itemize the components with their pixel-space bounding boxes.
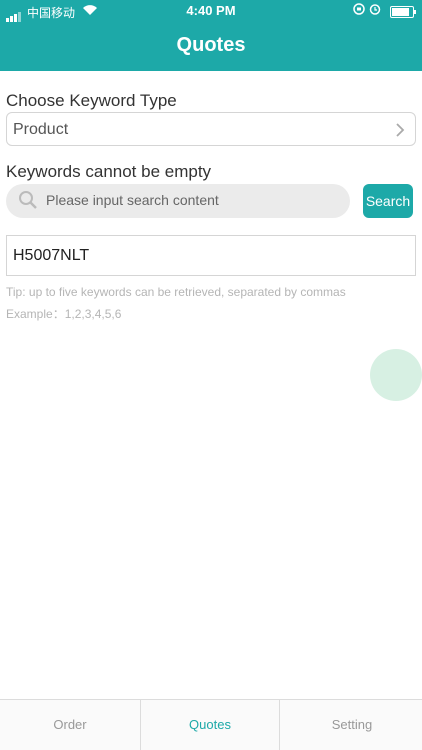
page-title: Quotes [176,34,246,56]
keyword-field[interactable]: H5007NLT [6,235,416,276]
tab-quotes[interactable]: Quotes [140,700,280,750]
tip-text: Tip: up to five keywords can be retrieve… [6,285,346,299]
keyword-type-value: Product [13,121,69,138]
tab-bar: Order Quotes Setting [0,699,422,750]
keyword-type-select[interactable]: Product [6,112,416,146]
rotation-lock-icon [353,3,368,18]
chevron-right-icon [395,117,405,149]
tab-setting[interactable]: Setting [282,700,422,750]
status-icons [353,3,416,18]
top-bar: 中国移动 4:40 PM Quotes [0,0,422,71]
alarm-icon [369,4,384,18]
battery-icon [390,5,416,18]
keywords-label: Keywords cannot be empty [6,162,212,181]
search-placeholder: Please input search content [46,192,219,208]
search-input[interactable]: Please input search content [6,184,350,218]
search-icon [18,190,38,210]
keyword-value: H5007NLT [13,247,90,264]
status-bar: 中国移动 4:40 PM [0,0,422,22]
tab-order[interactable]: Order [0,700,140,750]
search-button[interactable]: Search [363,184,413,218]
floating-button[interactable] [370,349,422,401]
keyword-type-label: Choose Keyword Type [6,91,177,110]
example-text: Example：1,2,3,4,5,6 [6,307,122,321]
